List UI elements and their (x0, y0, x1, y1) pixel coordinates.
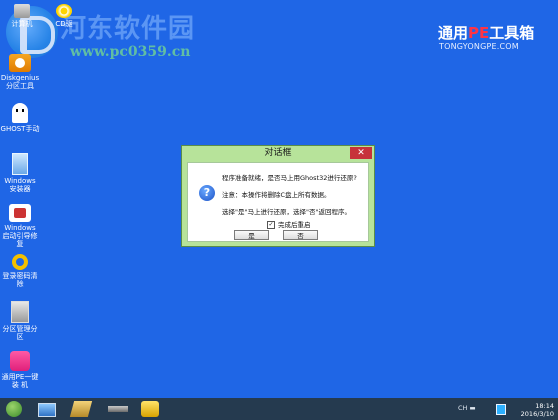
desktop-icon-label: CD驱 (55, 20, 73, 28)
dialog-message-line1: 程序准备就绪，是否马上用Ghost32进行还原? (222, 174, 357, 182)
taskbar-monitor-icon[interactable] (38, 403, 56, 417)
dialog-message-line3: 选择"是"马上进行还原，选择"否"返回程序。 (222, 208, 351, 216)
no-button[interactable]: 否 (283, 230, 318, 240)
desktop-icon-label: Windows 安装器 (4, 177, 36, 193)
desktop-icon-computer[interactable]: 计算机 (2, 4, 42, 28)
start-button[interactable] (6, 401, 22, 417)
checkbox-check-icon[interactable]: ✓ (267, 221, 275, 229)
taskbar-clock[interactable]: 18:14 2016/3/10 (512, 402, 554, 418)
dialog-titlebar[interactable]: 对话框 ✕ (182, 146, 374, 161)
input-method-indicator[interactable]: CH ▬ (458, 404, 476, 412)
close-button[interactable]: ✕ (350, 147, 372, 159)
question-icon: ? (199, 185, 215, 201)
watermark-url: www.pc0359.cn (70, 44, 191, 60)
brand-pe: PE (468, 24, 490, 42)
yes-button[interactable]: 是 (234, 230, 269, 240)
desktop-icon-label: Windows 启动引导修复 (2, 224, 38, 248)
desktop-icon-label: 分区管理分区 (2, 325, 38, 341)
brand-site: TONGYONGPE.COM (439, 42, 519, 51)
desktop-icon-boot-repair[interactable]: Windows 启动引导修复 (0, 204, 40, 248)
desktop-icon-label: 登录密码清除 (2, 272, 38, 288)
clock-date: 2016/3/10 (520, 410, 554, 418)
brand-prefix: 通用 (438, 24, 469, 42)
desktop-icon-windows-installer[interactable]: Windows 安装器 (0, 153, 40, 193)
boot-repair-icon (9, 204, 31, 222)
partition-icon (11, 301, 29, 323)
clock-time: 18:14 (535, 402, 554, 410)
desktop-icon-diskgenius[interactable]: Diskgenius 分区工具 (0, 54, 40, 90)
desktop-icon-onekey-install[interactable]: 通用PE一键装 机 (0, 351, 40, 389)
computer-icon (14, 4, 30, 18)
restart-checkbox[interactable]: ✓ 完成后重启 (267, 219, 311, 229)
taskbar-app-icon[interactable] (141, 401, 159, 417)
windows-installer-icon (12, 153, 28, 175)
tray-network-icon[interactable] (496, 404, 506, 415)
brand-suffix: 工具箱 (489, 24, 535, 42)
key-icon (12, 254, 28, 270)
desktop-icon-label: GHOST手动 (0, 125, 40, 133)
restart-checkbox-label: 完成后重启 (278, 221, 311, 229)
desktop-icon-label: 通用PE一键装 机 (1, 373, 39, 389)
taskbar: CH ▬ 18:14 2016/3/10 (0, 398, 558, 420)
dialog-message-line2: 注意：本操作将删除C盘上所有数据。 (222, 191, 331, 199)
brand-title: 通用PE工具箱 (438, 22, 534, 43)
desktop-icon-ghost[interactable]: GHOST手动 (0, 103, 40, 133)
desktop: 河东软件园 www.pc0359.cn 通用PE工具箱 TONGYONGPE.C… (0, 0, 558, 398)
cd-icon (56, 4, 72, 18)
desktop-icon-label: 计算机 (11, 20, 33, 28)
dialog-body: ? 程序准备就绪，是否马上用Ghost32进行还原? 注意：本操作将删除C盘上所… (187, 162, 369, 242)
desktop-icon-cd[interactable]: CD驱 (44, 4, 84, 28)
diskgenius-icon (9, 54, 31, 72)
ghost-icon (12, 103, 28, 123)
desktop-icon-password-clear[interactable]: 登录密码清除 (0, 254, 40, 288)
pe-install-icon (10, 351, 30, 371)
confirm-dialog: 对话框 ✕ ? 程序准备就绪，是否马上用Ghost32进行还原? 注意：本操作将… (181, 145, 375, 247)
desktop-icon-partition[interactable]: 分区管理分区 (0, 301, 40, 341)
taskbar-drive-icon[interactable] (108, 406, 128, 412)
taskbar-tools-icon[interactable] (69, 401, 93, 417)
dialog-title: 对话框 (264, 148, 292, 158)
desktop-icon-label: Diskgenius 分区工具 (0, 74, 40, 90)
